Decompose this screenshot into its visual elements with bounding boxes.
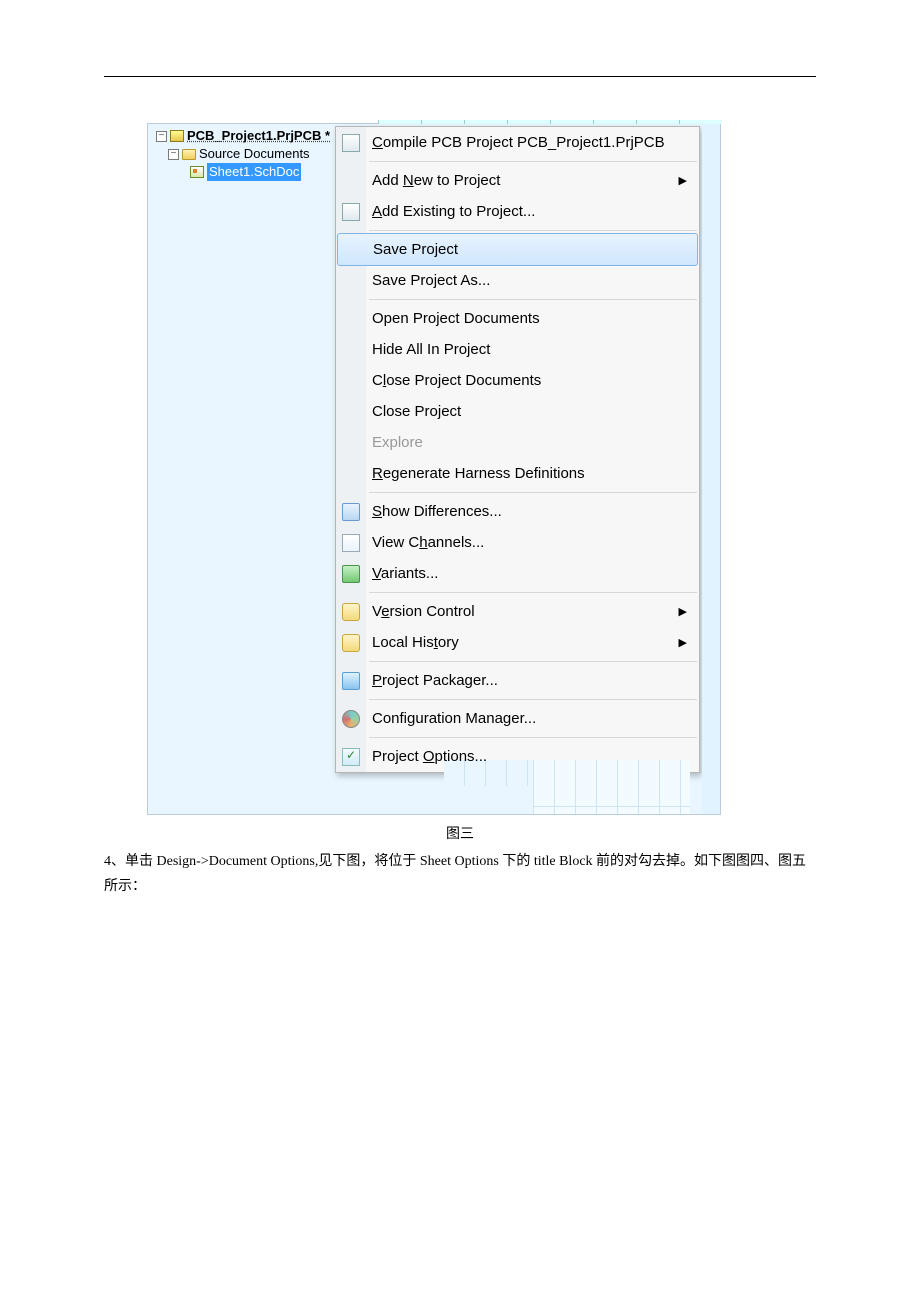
- menu-hideall-label: Hide All In Project: [372, 341, 687, 358]
- config-manager-icon: [342, 710, 360, 728]
- tree-sheet1[interactable]: Sheet1.SchDoc: [156, 163, 332, 181]
- menu-close-project-documents[interactable]: Close Project Documents: [336, 365, 699, 396]
- tree-collapse-icon[interactable]: −: [156, 131, 167, 142]
- menu-separator: [369, 592, 697, 593]
- menu-regenerate-harness[interactable]: Regenerate Harness Definitions: [336, 458, 699, 489]
- lock-icon: [342, 603, 360, 621]
- menu-save-project[interactable]: Save Project: [337, 233, 698, 266]
- menu-version-control[interactable]: Version Control ▶: [336, 596, 699, 627]
- submenu-arrow-icon: ▶: [679, 174, 687, 187]
- variants-icon: [342, 565, 360, 583]
- channels-icon: [342, 534, 360, 552]
- paragraph-step-4: 4、单击 Design->Document Options,见下图，将位于 Sh…: [104, 849, 816, 899]
- project-context-menu: Compile PCB Project PCB_Project1.PrjPCB …: [335, 126, 700, 773]
- project-tree: − PCB_Project1.PrjPCB * − Source Documen…: [156, 127, 332, 179]
- submenu-arrow-icon: ▶: [679, 605, 687, 618]
- menu-separator: [369, 699, 697, 700]
- menu-closeprj-label: Close Project: [372, 403, 687, 420]
- menu-separator: [369, 661, 697, 662]
- menu-project-packager[interactable]: Project Packager...: [336, 665, 699, 696]
- tree-root-label: PCB_Project1.PrjPCB *: [187, 127, 330, 145]
- menu-saveas-label: Save Project As...: [372, 272, 687, 289]
- menu-separator: [369, 737, 697, 738]
- submenu-arrow-icon: ▶: [679, 636, 687, 649]
- menu-separator: [369, 230, 697, 231]
- menu-explore: Explore: [336, 427, 699, 458]
- add-existing-icon: [342, 203, 360, 221]
- menu-local-history[interactable]: Local History ▶: [336, 627, 699, 658]
- menu-variants[interactable]: Variants...: [336, 558, 699, 589]
- page-header-rule: [104, 76, 816, 77]
- differences-icon: [342, 503, 360, 521]
- menu-close-project[interactable]: Close Project: [336, 396, 699, 427]
- menu-separator: [369, 299, 697, 300]
- menu-separator: [369, 161, 697, 162]
- ruler-strip: [378, 120, 722, 124]
- workspace-right-margin: [702, 124, 720, 814]
- menu-compile-label: ompile PCB Project PCB_Project1.PrjPCB: [383, 134, 665, 151]
- packager-icon: [342, 672, 360, 690]
- menu-save-label: Save Project: [373, 241, 685, 258]
- menu-hide-all[interactable]: Hide All In Project: [336, 334, 699, 365]
- menu-explore-label: Explore: [372, 434, 687, 451]
- tree-source-documents[interactable]: − Source Documents: [156, 145, 332, 163]
- altium-screenshot: − PCB_Project1.PrjPCB * − Source Documen…: [147, 123, 721, 815]
- tree-file-label: Sheet1.SchDoc: [207, 163, 301, 181]
- menu-open-project-documents[interactable]: Open Project Documents: [336, 303, 699, 334]
- menu-show-differences[interactable]: Show Differences...: [336, 496, 699, 527]
- tree-project-root[interactable]: − PCB_Project1.PrjPCB *: [156, 127, 332, 145]
- menu-add-existing[interactable]: Add Existing to Project...: [336, 196, 699, 227]
- schematic-file-icon: [190, 166, 204, 178]
- menu-separator: [369, 492, 697, 493]
- project-icon: [170, 130, 184, 142]
- compile-icon: [342, 134, 360, 152]
- menu-save-project-as[interactable]: Save Project As...: [336, 265, 699, 296]
- menu-cfg-label: Configuration Manager...: [372, 710, 687, 727]
- menu-project-options[interactable]: Project Options...: [336, 741, 699, 772]
- folder-icon: [182, 149, 196, 160]
- tree-collapse-icon[interactable]: −: [168, 149, 179, 160]
- tree-folder-label: Source Documents: [199, 145, 310, 163]
- options-icon: [342, 748, 360, 766]
- menu-compile[interactable]: Compile PCB Project PCB_Project1.PrjPCB: [336, 127, 699, 158]
- menu-view-channels[interactable]: View Channels...: [336, 527, 699, 558]
- lock-icon: [342, 634, 360, 652]
- menu-configuration-manager[interactable]: Configuration Manager...: [336, 703, 699, 734]
- figure-caption: 图三: [0, 823, 920, 843]
- menu-add-new[interactable]: Add New to Project ▶: [336, 165, 699, 196]
- document-page: − PCB_Project1.PrjPCB * − Source Documen…: [0, 0, 920, 1302]
- menu-opendocs-label: Open Project Documents: [372, 310, 687, 327]
